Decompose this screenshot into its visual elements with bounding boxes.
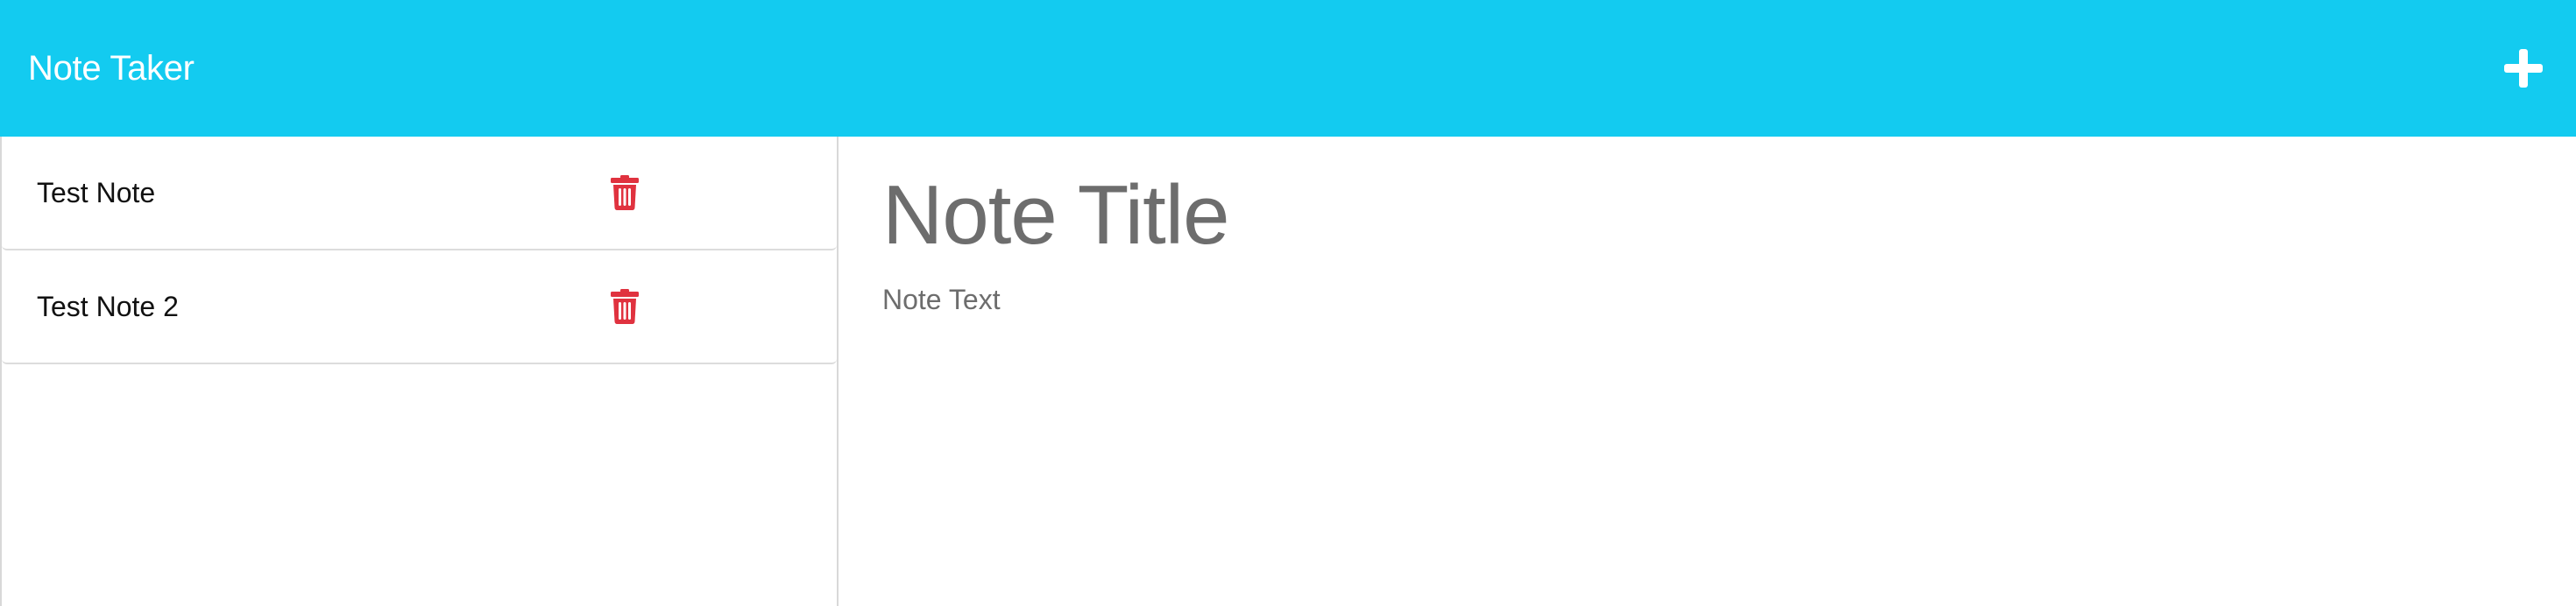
- new-note-button[interactable]: [2501, 46, 2546, 91]
- delete-note-button[interactable]: [609, 174, 640, 211]
- plus-icon: [2504, 49, 2543, 88]
- note-list-panel: Test Note Test Note 2: [0, 137, 839, 606]
- delete-note-button[interactable]: [609, 288, 640, 325]
- note-editor: [839, 137, 2576, 606]
- note-list-title[interactable]: Test Note 2: [37, 291, 179, 323]
- note-text-input[interactable]: [882, 284, 2459, 546]
- app-brand[interactable]: Note Taker: [28, 49, 195, 88]
- trash-icon: [611, 175, 639, 210]
- list-item[interactable]: Test Note 2: [2, 250, 837, 364]
- navbar: Note Taker: [0, 0, 2576, 137]
- trash-icon: [611, 289, 639, 324]
- list-item[interactable]: Test Note: [2, 137, 837, 250]
- note-title-input[interactable]: [882, 163, 2459, 268]
- note-list-title[interactable]: Test Note: [37, 177, 155, 209]
- note-list: Test Note Test Note 2: [2, 137, 837, 364]
